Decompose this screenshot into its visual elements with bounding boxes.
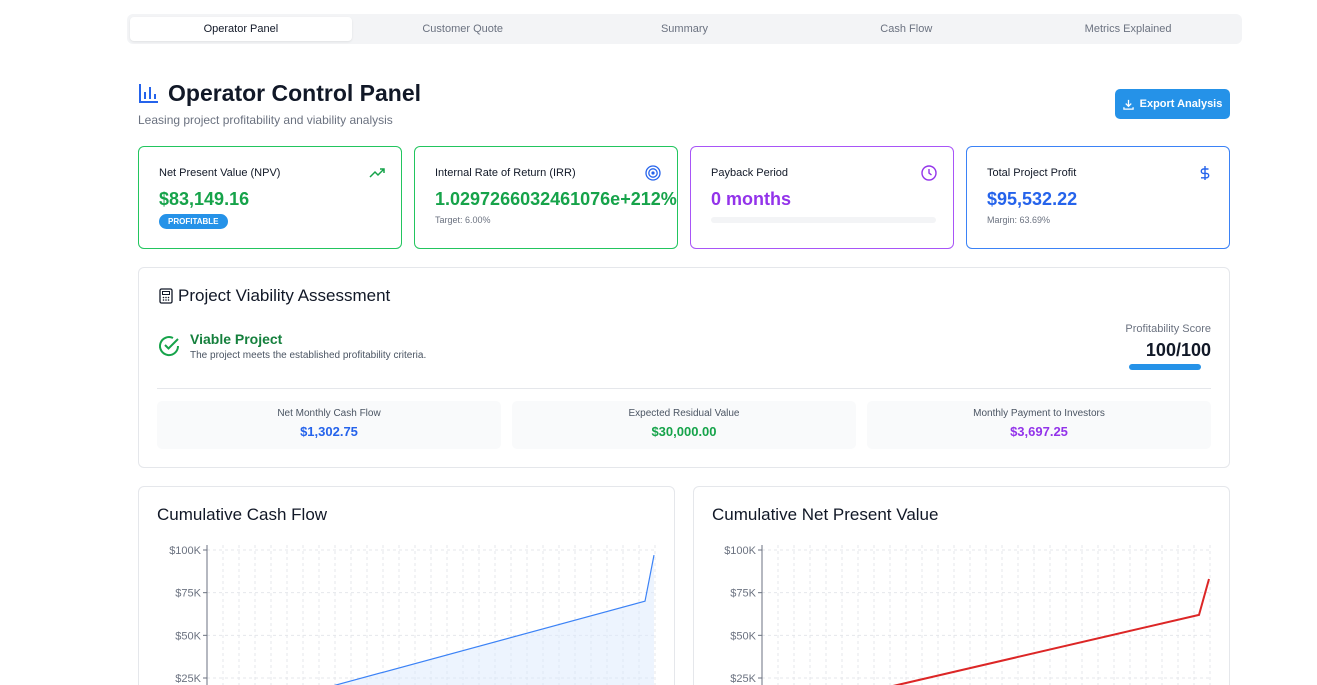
y-tick-label: $75K — [175, 588, 201, 600]
trending-up-icon — [369, 168, 385, 178]
irr-label: Internal Rate of Return (IRR) — [435, 167, 576, 179]
profitability-score-bar — [1129, 364, 1201, 370]
tab-summary[interactable]: Summary — [574, 17, 796, 41]
metric-value: $1,302.75 — [300, 424, 358, 439]
cumulative-npv-chart: $100K $75K $50K $25K — [724, 545, 1211, 685]
metric-label: Monthly Payment to Investors — [973, 408, 1105, 419]
tab-cash-flow[interactable]: Cash Flow — [795, 17, 1017, 41]
viable-project-title: Viable Project — [190, 331, 283, 347]
bar-chart-icon — [139, 84, 158, 103]
y-tick-label: $100K — [724, 545, 756, 557]
expected-residual-value: Expected Residual Value $30,000.00 — [512, 401, 856, 449]
profit-label: Total Project Profit — [987, 167, 1077, 179]
metric-value: $3,697.25 — [1010, 424, 1068, 439]
dollar-icon — [1200, 166, 1210, 180]
payback-progress — [711, 217, 936, 223]
y-tick-label: $25K — [730, 673, 756, 685]
npv-label: Net Present Value (NPV) — [159, 167, 281, 179]
calculator-icon — [159, 288, 173, 304]
profitability-score-label: Profitability Score — [1125, 323, 1211, 335]
profit-margin: Margin: 63.69% — [987, 215, 1051, 225]
check-circle-icon — [159, 336, 180, 357]
tab-operator-panel[interactable]: Operator Panel — [130, 17, 352, 41]
irr-value: 1.0297266032461076e+212% — [435, 189, 677, 209]
npv-card: Net Present Value (NPV) $83,149.16 PROFI… — [138, 146, 402, 249]
y-tick-label: $100K — [169, 545, 201, 557]
payback-card: Payback Period 0 months — [690, 146, 954, 249]
series-line — [892, 578, 1210, 685]
payback-value: 0 months — [711, 189, 792, 209]
viability-card: Project Viability Assessment Viable Proj… — [138, 267, 1230, 468]
page-subtitle: Leasing project profitability and viabil… — [138, 113, 393, 127]
y-tick-label: $50K — [730, 630, 756, 642]
payback-label: Payback Period — [711, 167, 789, 179]
export-analysis-button[interactable]: Export Analysis — [1115, 89, 1230, 119]
target-icon — [645, 165, 661, 181]
y-tick-label: $25K — [175, 673, 201, 685]
download-icon — [1122, 99, 1134, 110]
irr-target: Target: 6.00% — [435, 215, 491, 225]
tab-customer-quote[interactable]: Customer Quote — [352, 17, 574, 41]
net-monthly-cash-flow: Net Monthly Cash Flow $1,302.75 — [157, 401, 501, 449]
metric-label: Net Monthly Cash Flow — [277, 408, 381, 419]
divider — [157, 388, 1211, 389]
profitability-score-value: 100/100 — [1145, 340, 1211, 360]
area-fill — [336, 555, 654, 685]
profitable-badge: PROFITABLE — [159, 214, 228, 229]
monthly-payment-to-investors: Monthly Payment to Investors $3,697.25 — [867, 401, 1211, 449]
irr-card: Internal Rate of Return (IRR) 1.02972660… — [414, 146, 678, 249]
export-analysis-label: Export Analysis — [1139, 98, 1223, 110]
cumulative-cash-flow-card: Cumulative Cash Flow $100K $75K $50K $25K — [138, 486, 675, 685]
page-title: Operator Control Panel — [168, 80, 422, 106]
profit-value: $95,532.22 — [987, 189, 1078, 209]
y-tick-label: $50K — [175, 630, 201, 642]
viability-title: Project Viability Assessment — [178, 286, 391, 305]
tab-metrics-explained[interactable]: Metrics Explained — [1017, 17, 1239, 41]
metric-value: $30,000.00 — [651, 424, 717, 439]
viable-project-description: The project meets the established profit… — [190, 350, 427, 361]
npv-value: $83,149.16 — [159, 189, 250, 209]
cumulative-npv-card: Cumulative Net Present Value $100K $75K $5… — [693, 486, 1230, 685]
tab-bar: Operator Panel Customer Quote Summary Ca… — [127, 14, 1242, 44]
cumulative-cash-flow-chart: $100K $75K $50K $25K — [169, 545, 656, 685]
profit-card: Total Project Profit $95,532.22 Margin: … — [966, 146, 1230, 249]
clock-icon — [921, 165, 937, 181]
metric-label: Expected Residual Value — [628, 408, 740, 419]
y-tick-label: $75K — [730, 588, 756, 600]
